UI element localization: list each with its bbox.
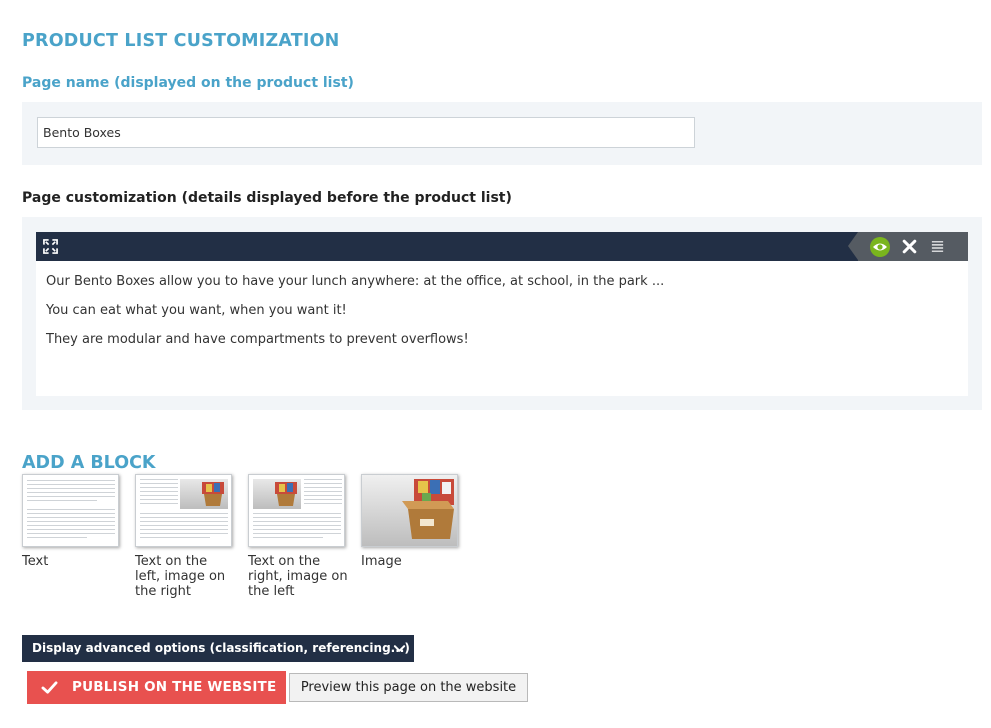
publish-button[interactable]: PUBLISH ON THE WEBSITE xyxy=(27,671,286,704)
block-text-right-image-left[interactable]: Text on the right, image on the left xyxy=(248,474,348,599)
close-icon[interactable] xyxy=(901,238,918,255)
page-title: PRODUCT LIST CUSTOMIZATION xyxy=(22,31,340,51)
editor-toolbar xyxy=(36,232,968,261)
chevron-down-icon xyxy=(393,645,406,652)
block-thumbnail xyxy=(361,474,458,547)
editor-paragraph: They are modular and have compartments t… xyxy=(46,332,469,347)
advanced-options-button[interactable]: Display advanced options (classification… xyxy=(22,635,414,662)
editor-panel: Our Bento Boxes allow you to have your l… xyxy=(22,217,982,410)
publish-label: PUBLISH ON THE WEBSITE xyxy=(72,679,277,695)
advanced-options-label: Display advanced options (classification… xyxy=(32,641,410,655)
block-label: Image xyxy=(361,554,402,569)
thumb-image xyxy=(253,479,301,509)
page-name-input[interactable] xyxy=(37,117,695,148)
thumb-image xyxy=(180,479,228,509)
editor-paragraph: Our Bento Boxes allow you to have your l… xyxy=(46,274,665,289)
block-thumbnail xyxy=(22,474,119,547)
editor-paragraph: You can eat what you want, when you want… xyxy=(46,303,347,318)
menu-icon[interactable] xyxy=(930,239,945,254)
preview-button[interactable]: Preview this page on the website xyxy=(289,673,528,702)
customization-label: Page customization (details displayed be… xyxy=(22,190,512,206)
editor-tools xyxy=(848,232,968,261)
eye-icon[interactable] xyxy=(870,237,890,257)
block-text-left-image-right[interactable]: Text on the left, image on the right xyxy=(135,474,235,599)
page-name-panel xyxy=(22,102,982,165)
add-block-title: ADD A BLOCK xyxy=(22,453,156,473)
block-label: Text xyxy=(22,554,49,569)
block-thumbnail xyxy=(248,474,345,547)
block-thumbnail xyxy=(135,474,232,547)
expand-icon[interactable] xyxy=(43,239,58,254)
box-image-icon xyxy=(402,479,454,539)
block-image[interactable]: Image xyxy=(361,474,461,569)
block-label: Text on the right, image on the left xyxy=(248,554,348,599)
page-name-label: Page name (displayed on the product list… xyxy=(22,75,354,91)
block-label: Text on the left, image on the right xyxy=(135,554,226,599)
check-icon xyxy=(41,681,58,694)
block-text[interactable]: Text xyxy=(22,474,122,569)
editor-content[interactable]: Our Bento Boxes allow you to have your l… xyxy=(36,261,968,396)
